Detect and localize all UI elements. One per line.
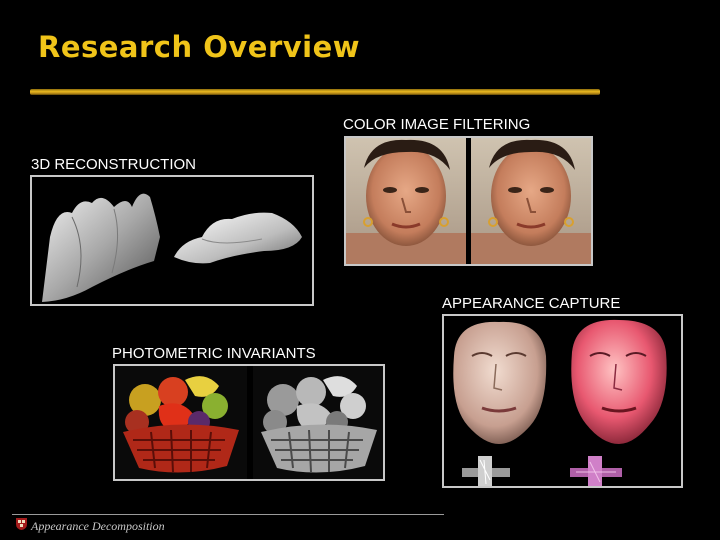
face-photo-pair [346, 138, 591, 264]
title-underline [30, 89, 600, 95]
footer-text: Appearance Decomposition [31, 518, 165, 533]
color-filtering-image [344, 136, 593, 266]
fruit-baskets [115, 366, 383, 479]
photometric-image [113, 364, 385, 481]
reconstruction-image [30, 175, 314, 306]
slide-title: Research Overview [38, 30, 361, 64]
photometric-label: PHOTOMETRIC INVARIANTS [112, 345, 316, 362]
reconstruction-label: 3D RECONSTRUCTION [31, 156, 197, 173]
footer-divider [12, 514, 444, 515]
footer: Appearance Decomposition [16, 517, 165, 535]
face-masks [453, 319, 667, 486]
mesh-surfaces [42, 193, 302, 302]
color-filtering-label: COLOR IMAGE FILTERING [343, 116, 531, 133]
appearance-image [442, 314, 683, 488]
appearance-label: APPEARANCE CAPTURE [442, 295, 621, 312]
university-shield-icon [16, 517, 27, 535]
